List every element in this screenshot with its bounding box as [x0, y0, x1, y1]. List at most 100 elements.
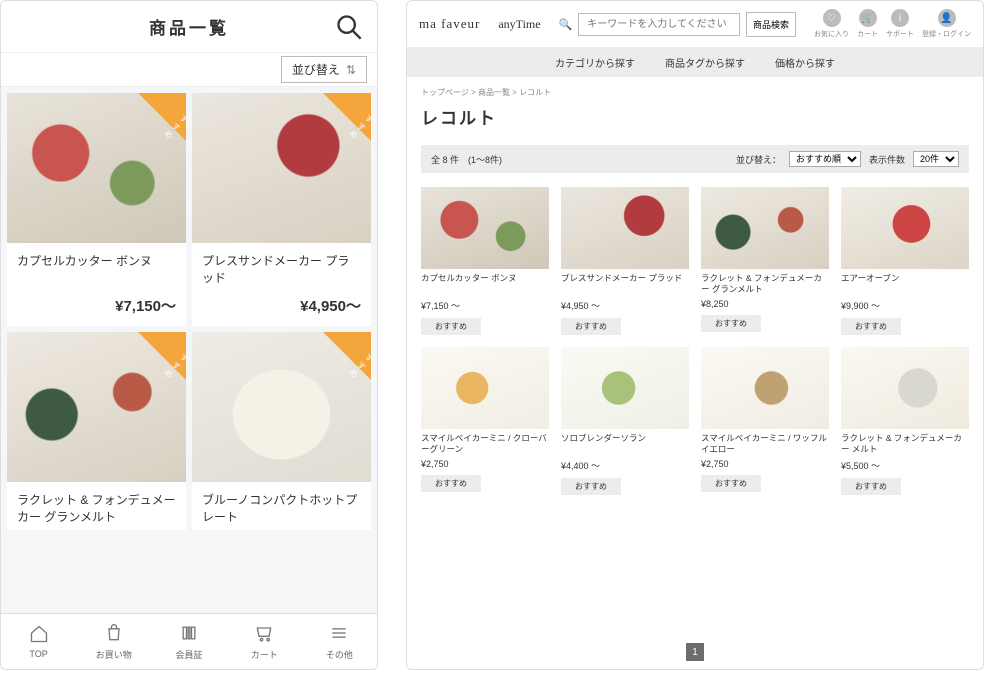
- page-current[interactable]: 1: [686, 643, 704, 661]
- product-card[interactable]: カプセルカッター ボンヌ¥7,150 〜おすすめ: [421, 187, 549, 335]
- tab-TOP[interactable]: TOP: [1, 614, 76, 669]
- sort-icon: ⇅: [346, 63, 356, 77]
- search-icon[interactable]: [335, 13, 363, 41]
- recommend-ribbon: おすすめ: [138, 93, 186, 141]
- product-price: ¥4,950〜: [192, 291, 371, 326]
- tab-その他[interactable]: その他: [302, 614, 377, 669]
- tab-icon: [329, 623, 349, 645]
- recommend-ribbon: おすすめ: [138, 332, 186, 380]
- tab-label: お買い物: [96, 648, 132, 661]
- desktop-header: ma faveur anyTime 🔍 商品検索 ♡ お気に入り 🛒カート iサポート…: [407, 1, 983, 47]
- mobile-tabbar: TOP お買い物 会員証 カート その他: [1, 613, 377, 669]
- product-thumb: [701, 187, 829, 269]
- search-icon: 🔍: [559, 18, 573, 31]
- product-price: ¥4,400 〜: [561, 459, 689, 472]
- recommend-tag: おすすめ: [421, 475, 481, 492]
- logo-secondary[interactable]: anyTime: [498, 17, 540, 32]
- tab-カート[interactable]: カート: [227, 614, 302, 669]
- recommend-tag: おすすめ: [841, 478, 901, 495]
- header-icon-お気に入り[interactable]: ♡ お気に入り: [814, 9, 849, 39]
- tab-label: その他: [326, 648, 353, 661]
- header-icon-カート[interactable]: 🛒カート: [857, 9, 878, 39]
- page-title: 商品一覧: [149, 14, 229, 39]
- tab-会員証[interactable]: 会員証: [151, 614, 226, 669]
- product-card[interactable]: おすすめラクレット & フォンデュメーカー グランメルト: [7, 332, 186, 530]
- product-card[interactable]: ラクレット & フォンデュメーカー グランメルト¥8,250おすすめ: [701, 187, 829, 335]
- tab-label: 会員証: [176, 648, 203, 661]
- product-name: ソロブレンダーソラン: [561, 433, 689, 455]
- nav-item[interactable]: 商品タグから探す: [665, 55, 745, 70]
- recommend-tag: おすすめ: [561, 318, 621, 335]
- recommend-tag: おすすめ: [421, 318, 481, 335]
- product-name: カプセルカッター ボンヌ: [7, 243, 186, 291]
- product-name: スマイルベイカーミニ / ワッフルイエロー: [701, 433, 829, 455]
- product-price: ¥2,750: [421, 459, 549, 469]
- product-name: プレスサンドメーカー プラッド: [192, 243, 371, 291]
- product-thumb: [701, 347, 829, 429]
- product-card[interactable]: スマイルベイカーミニ / クローバーグリーン ¥2,750 おすすめ: [421, 347, 549, 495]
- product-card[interactable]: ソロブレンダーソラン ¥4,400 〜おすすめ: [561, 347, 689, 495]
- desktop-product-grid: カプセルカッター ボンヌ¥7,150 〜おすすめプレスサンドメーカー プラッド¥…: [407, 173, 983, 509]
- icon-label: お気に入り: [814, 29, 849, 39]
- perpage-select[interactable]: 20件: [913, 151, 959, 167]
- search-form: 🔍 商品検索: [559, 12, 796, 37]
- product-price: ¥7,150 〜: [421, 299, 549, 312]
- pagination: 1: [407, 643, 983, 661]
- header-icon-サポート[interactable]: iサポート: [886, 9, 914, 39]
- product-card[interactable]: おすすめプレスサンドメーカー プラッド¥4,950〜: [192, 93, 371, 326]
- icon-label: 登録・ログイン: [922, 29, 971, 39]
- product-price: ¥5,500 〜: [841, 459, 969, 472]
- page-heading: レコルト: [407, 98, 983, 145]
- tab-icon: [179, 623, 199, 645]
- tab-icon: [29, 624, 49, 646]
- product-card[interactable]: エアーオーブン¥9,900 〜おすすめ: [841, 187, 969, 335]
- result-count: 全 8 件 (1〜8件): [431, 153, 502, 166]
- icon-glyph: ♡: [823, 9, 841, 27]
- recommend-tag: おすすめ: [561, 478, 621, 495]
- product-name: ラクレット & フォンデュメーカー メルト: [841, 433, 969, 455]
- sort-select[interactable]: おすすめ順: [789, 151, 861, 167]
- header-icon-登録・ログイン[interactable]: 👤 登録・ログイン: [922, 9, 971, 39]
- recommend-tag: おすすめ: [841, 318, 901, 335]
- recommend-tag: おすすめ: [701, 475, 761, 492]
- search-input[interactable]: [578, 13, 740, 36]
- tab-お買い物[interactable]: お買い物: [76, 614, 151, 669]
- nav-item[interactable]: 価格から探す: [775, 55, 835, 70]
- mobile-frame: 商品一覧 並び替え ⇅ おすすめカプセルカッター ボンヌ¥7,150〜おすすめプ…: [0, 0, 378, 670]
- product-thumb: [561, 187, 689, 269]
- product-name: ラクレット & フォンデュメーカー グランメルト: [7, 482, 186, 530]
- product-thumb: おすすめ: [192, 93, 371, 243]
- breadcrumb[interactable]: トップページ > 商品一覧 > レコルト: [407, 77, 983, 98]
- sort-label: 並び替え：: [736, 153, 781, 166]
- product-card[interactable]: スマイルベイカーミニ / ワッフルイエロー ¥2,750 おすすめ: [701, 347, 829, 495]
- nav-item[interactable]: カテゴリから探す: [555, 55, 635, 70]
- product-thumb: [421, 187, 549, 269]
- product-thumb: [421, 347, 549, 429]
- product-thumb: [841, 187, 969, 269]
- sort-row: 並び替え ⇅: [1, 53, 377, 87]
- sort-button[interactable]: 並び替え ⇅: [281, 56, 367, 83]
- icon-glyph: i: [891, 9, 909, 27]
- product-name: ブルーノコンパクトホットプレート: [192, 482, 371, 530]
- recommend-ribbon: おすすめ: [323, 93, 371, 141]
- product-thumb: [561, 347, 689, 429]
- tab-icon: [254, 623, 274, 645]
- tab-label: TOP: [29, 649, 47, 659]
- icon-glyph: 👤: [938, 9, 956, 27]
- logo-primary[interactable]: ma faveur: [419, 16, 480, 32]
- search-button[interactable]: 商品検索: [746, 12, 796, 37]
- mobile-header: 商品一覧: [1, 1, 377, 53]
- product-card[interactable]: おすすめブルーノコンパクトホットプレート: [192, 332, 371, 530]
- category-nav: カテゴリから探す 商品タグから探す 価格から探す: [407, 47, 983, 77]
- product-price: ¥2,750: [701, 459, 829, 469]
- tab-label: カート: [251, 648, 278, 661]
- product-name: スマイルベイカーミニ / クローバーグリーン: [421, 433, 549, 455]
- product-card[interactable]: プレスサンドメーカー プラッド¥4,950 〜おすすめ: [561, 187, 689, 335]
- product-card[interactable]: ラクレット & フォンデュメーカー メルト ¥5,500 〜おすすめ: [841, 347, 969, 495]
- header-icon-group: ♡ お気に入り 🛒カート iサポート 👤 登録・ログイン: [814, 9, 971, 39]
- perpage-label: 表示件数: [869, 153, 905, 166]
- product-price: ¥9,900 〜: [841, 299, 969, 312]
- recommend-tag: おすすめ: [701, 315, 761, 332]
- sort-label: 並び替え: [292, 61, 340, 78]
- product-card[interactable]: おすすめカプセルカッター ボンヌ¥7,150〜: [7, 93, 186, 326]
